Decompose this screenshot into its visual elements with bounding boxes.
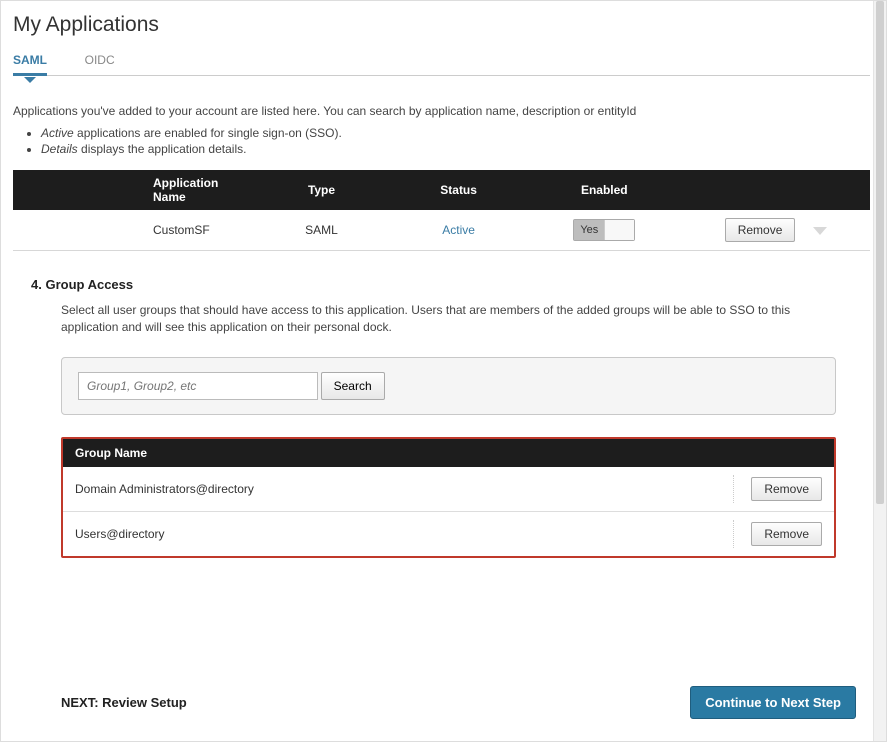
toggle-off-segment: [604, 220, 634, 240]
remove-button[interactable]: Remove: [751, 522, 822, 546]
continue-button[interactable]: Continue to Next Step: [690, 686, 856, 719]
intro-text: Applications you've added to your accoun…: [13, 104, 870, 118]
emphasis: Details: [41, 142, 78, 156]
tab-oidc[interactable]: OIDC: [85, 47, 115, 75]
table-row: Users@directory Remove: [63, 511, 834, 556]
list-item-text: displays the application details.: [78, 142, 247, 156]
applications-table: Application Name Type Status Enabled Cus…: [13, 170, 870, 251]
group-name: Domain Administrators@directory: [75, 482, 254, 496]
chevron-down-icon[interactable]: [813, 227, 827, 235]
search-button[interactable]: Search: [321, 372, 385, 400]
table-row: CustomSF SAML Active Yes Remove: [13, 210, 870, 251]
col-app-name: Application Name: [13, 170, 253, 210]
intro-list: Active applications are enabled for sing…: [41, 126, 870, 156]
group-name: Users@directory: [75, 527, 165, 541]
scrollbar[interactable]: [873, 1, 886, 741]
list-item: Details displays the application details…: [41, 142, 870, 156]
caret-down-icon: [24, 77, 36, 83]
remove-button[interactable]: Remove: [725, 218, 796, 242]
remove-button[interactable]: Remove: [751, 477, 822, 501]
cell-status: Active: [390, 210, 527, 251]
section-heading: 4. Group Access: [31, 277, 870, 292]
page-title: My Applications: [13, 13, 870, 37]
list-item-text: applications are enabled for single sign…: [74, 126, 342, 140]
col-actions: [681, 170, 870, 210]
footer: NEXT: Review Setup Continue to Next Step: [61, 686, 856, 719]
group-table-header: Group Name: [63, 439, 834, 467]
cell-app-name: CustomSF: [13, 210, 253, 251]
cell-actions: Remove: [681, 210, 870, 251]
search-panel: Search: [61, 357, 836, 415]
group-search-input[interactable]: [78, 372, 318, 400]
tab-saml[interactable]: SAML: [13, 47, 47, 75]
tabs: SAML OIDC: [13, 47, 870, 76]
group-table: Group Name Domain Administrators@directo…: [61, 437, 836, 558]
list-item: Active applications are enabled for sing…: [41, 126, 870, 140]
section-description: Select all user groups that should have …: [61, 302, 836, 337]
table-row: Domain Administrators@directory Remove: [63, 467, 834, 511]
col-enabled: Enabled: [527, 170, 681, 210]
cell-type: SAML: [253, 210, 390, 251]
enabled-toggle[interactable]: Yes: [573, 219, 635, 241]
tab-label: SAML: [13, 53, 47, 67]
status-link[interactable]: Active: [442, 223, 475, 237]
divider: [733, 520, 734, 548]
divider: [733, 475, 734, 503]
tab-label: OIDC: [85, 53, 115, 67]
emphasis: Active: [41, 126, 74, 140]
col-status: Status: [390, 170, 527, 210]
next-step-label: NEXT: Review Setup: [61, 695, 187, 710]
col-type: Type: [253, 170, 390, 210]
scrollbar-thumb[interactable]: [876, 1, 884, 504]
toggle-on-label: Yes: [574, 220, 604, 240]
cell-enabled: Yes: [527, 210, 681, 251]
